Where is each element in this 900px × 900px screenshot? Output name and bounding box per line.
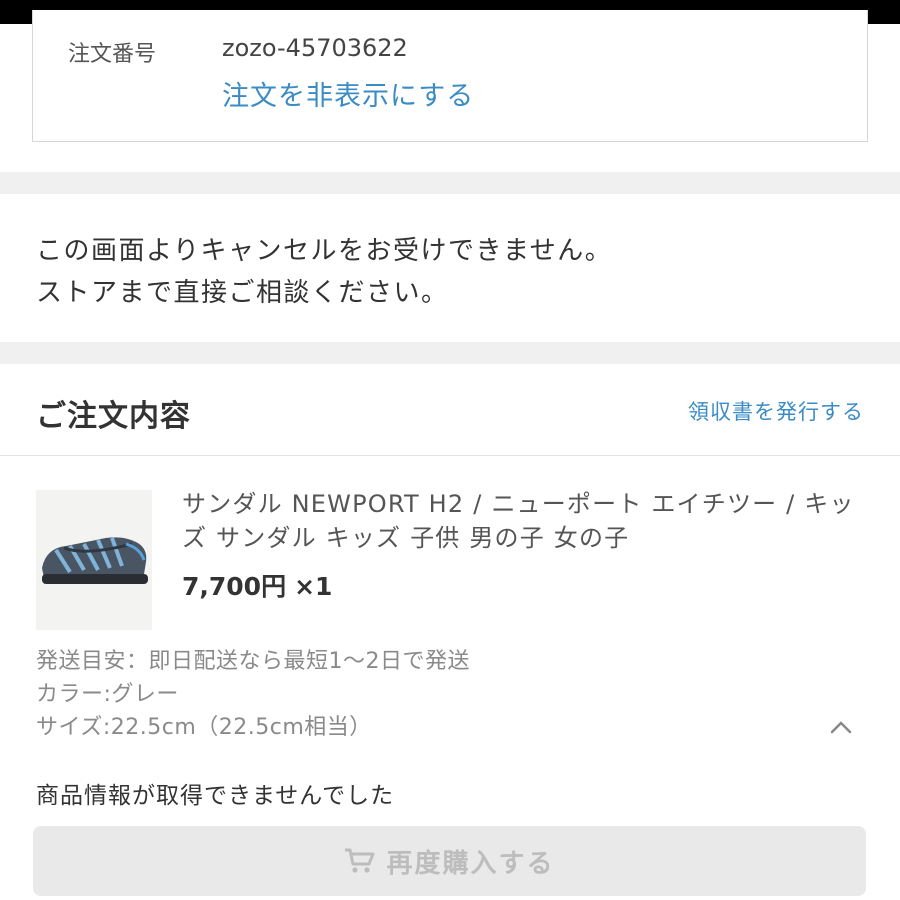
sandal-image [36, 490, 152, 630]
cancel-notice-line-2: ストアまで直接ご相談ください。 [36, 278, 449, 308]
rebuy-label: 再度購入する [386, 848, 555, 879]
product-price: 7,700円 [182, 572, 287, 601]
cancel-notice: この画面よりキャンセルをお受けできません。 ストアまで直接ご相談ください。 [0, 194, 900, 342]
order-contents-header: ご注文内容 領収書を発行する [0, 364, 900, 456]
section-title: ご注文内容 [36, 399, 191, 434]
cart-icon [345, 848, 375, 873]
order-number-value: zozo-45703622 [222, 34, 408, 62]
shipping-estimate: 発送目安：即日配送なら最短1〜2日で発送 [36, 649, 470, 674]
order-item: サンダル NEWPORT H2 / ニューポート エイチツー / キッズ サンダ… [0, 457, 900, 900]
product-color: カラー:グレー [36, 682, 179, 707]
product-name[interactable]: サンダル NEWPORT H2 / ニューポート エイチツー / キッズ サンダ… [182, 487, 872, 555]
section-divider [0, 342, 900, 364]
product-thumbnail[interactable] [36, 490, 152, 630]
product-price-row: 7,700円 ×1 [182, 567, 332, 603]
chevron-up-icon[interactable] [828, 715, 854, 741]
section-divider [0, 172, 900, 194]
rebuy-button[interactable]: 再度購入する [33, 826, 866, 896]
product-info-unavailable: 商品情報が取得できませんでした [36, 783, 395, 809]
product-size: サイズ:22.5cm（22.5cm相当） [36, 715, 372, 740]
cancel-notice-line-1: この画面よりキャンセルをお受けできません。 [36, 236, 613, 266]
order-info-card: 注文番号 zozo-45703622 注文を非表示にする [32, 10, 868, 142]
hide-order-link[interactable]: 注文を非表示にする [222, 74, 474, 113]
issue-receipt-link[interactable]: 領収書を発行する [688, 396, 864, 426]
product-quantity: ×1 [294, 572, 333, 601]
order-number-label: 注文番号 [68, 42, 157, 67]
